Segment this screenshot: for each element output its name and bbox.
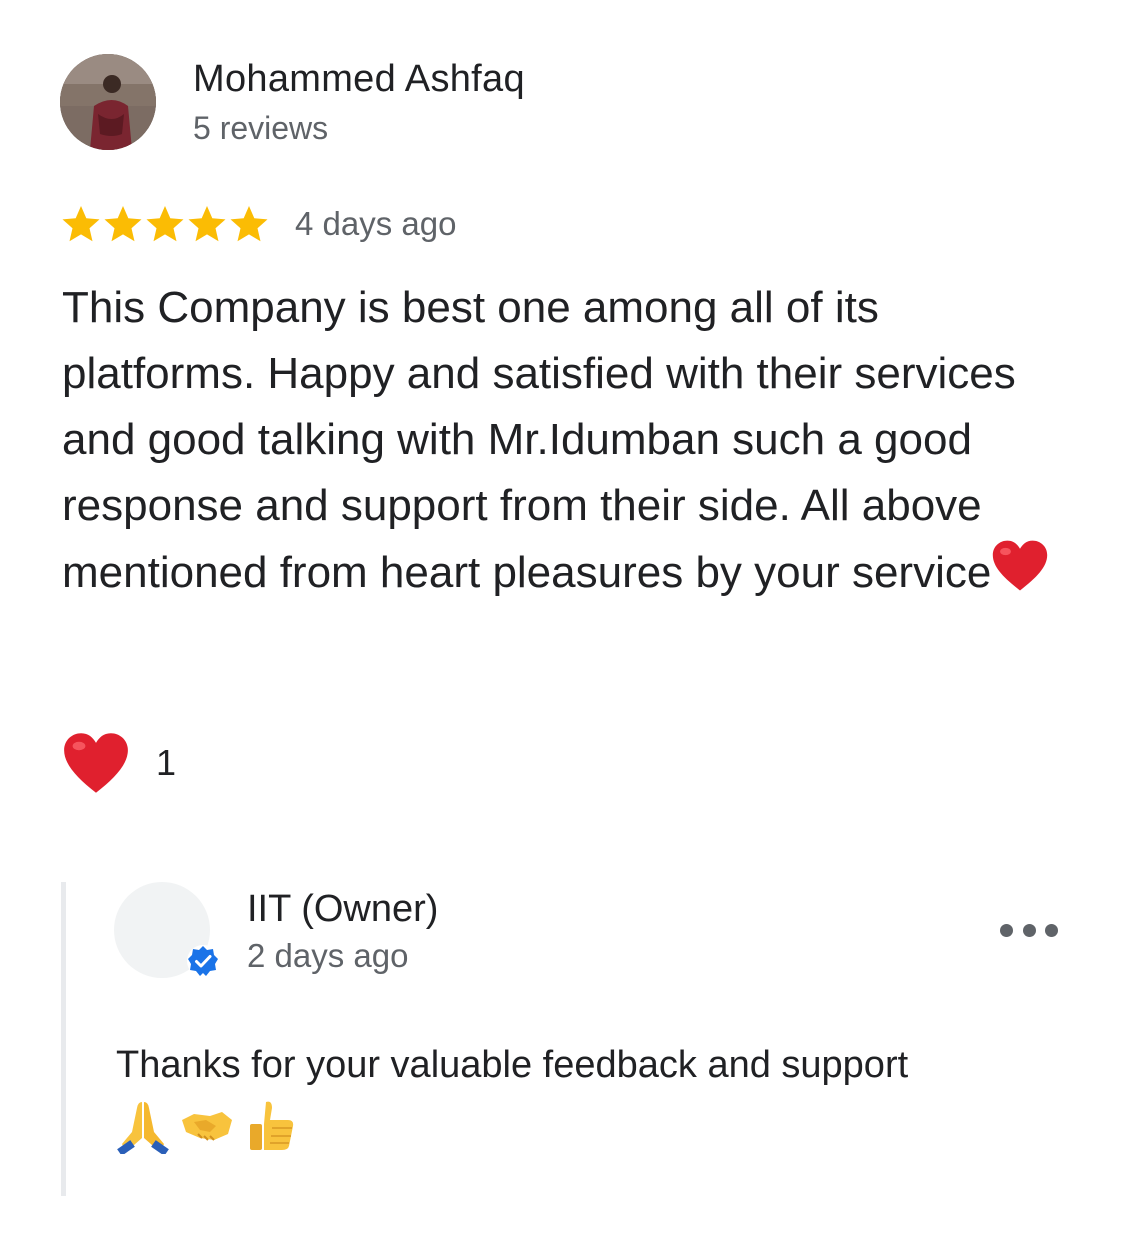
folded-hands-emoji xyxy=(117,1102,169,1154)
handshake-emoji xyxy=(182,1112,232,1141)
review-text-body: This Company is best one among all of it… xyxy=(62,283,1016,597)
reviewer-avatar[interactable] xyxy=(60,54,156,150)
owner-reply-emojis xyxy=(116,1096,298,1156)
review-date: 4 days ago xyxy=(295,205,457,242)
heart-reaction[interactable]: 1 xyxy=(62,730,176,796)
owner-reply-date: 2 days ago xyxy=(247,937,409,974)
star-icon xyxy=(146,206,184,242)
star-icon xyxy=(104,206,142,242)
reviewer-review-count[interactable]: 5 reviews xyxy=(193,108,328,148)
more-horizontal-icon xyxy=(1000,923,1013,937)
star-icon xyxy=(62,206,100,242)
red-heart-emoji xyxy=(993,540,1048,591)
star-rating xyxy=(61,202,269,246)
review-text: This Company is best one among all of it… xyxy=(62,275,1072,606)
more-horizontal-icon-dot xyxy=(1045,923,1058,937)
owner-reply-text: Thanks for your valuable feedback and su… xyxy=(116,1044,909,1086)
reaction-count: 1 xyxy=(156,742,177,783)
verified-check-icon xyxy=(187,945,219,977)
thumbs-up-emoji xyxy=(250,1101,294,1150)
owner-name[interactable]: IIT (Owner) xyxy=(247,886,438,932)
more-horizontal-icon-dot xyxy=(1022,923,1036,937)
review-card: Mohammed Ashfaq 5 reviews 4 days ago Thi… xyxy=(0,0,1125,1256)
star-icon xyxy=(230,206,268,242)
star-icon xyxy=(188,206,226,242)
more-options-button[interactable] xyxy=(1000,916,1058,944)
red-heart-emoji xyxy=(64,733,128,793)
reply-divider-bar xyxy=(61,882,66,1196)
reviewer-name[interactable]: Mohammed Ashfaq xyxy=(193,56,525,102)
